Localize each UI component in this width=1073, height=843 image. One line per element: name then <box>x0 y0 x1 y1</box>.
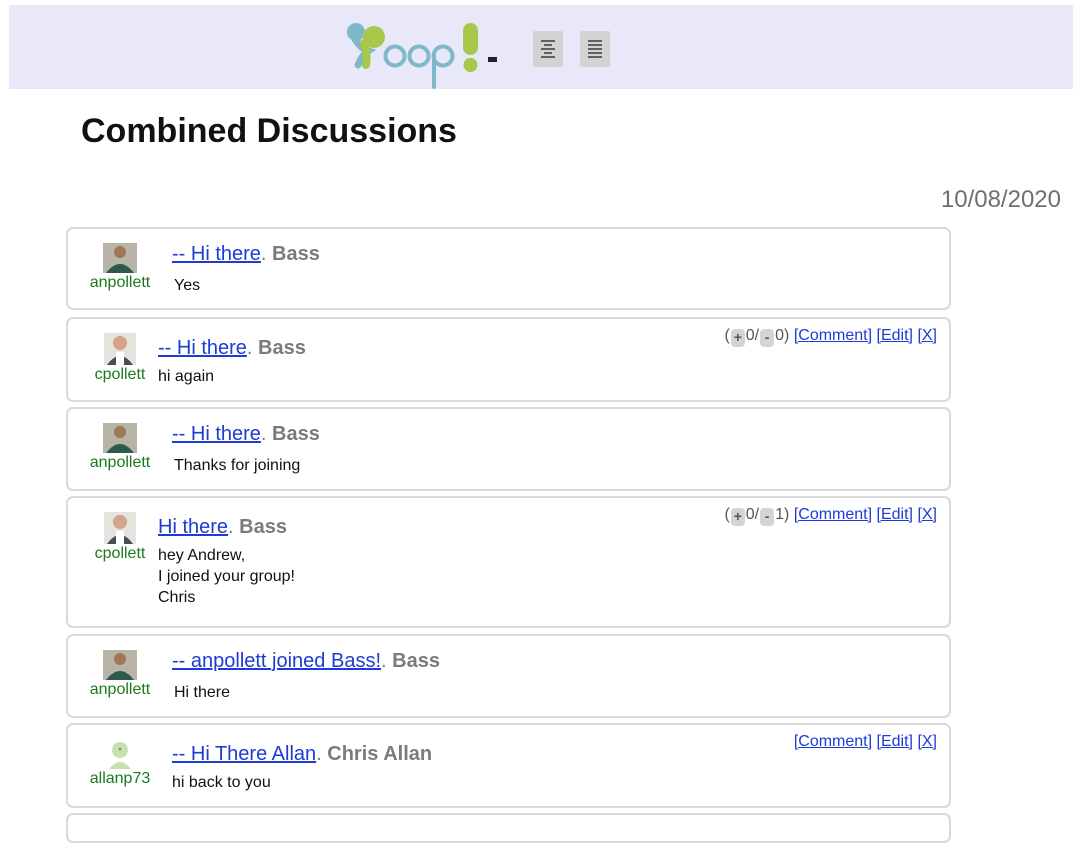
edit-link[interactable]: [Edit] <box>877 506 913 523</box>
post-title-line: -- Hi there. Bass <box>158 337 306 359</box>
post-title-link[interactable]: -- Hi there <box>158 337 247 359</box>
post-title-link[interactable]: -- Hi There Allan <box>172 743 316 765</box>
group-name[interactable]: Bass <box>258 337 306 359</box>
post-body-line: Hi there <box>174 684 231 701</box>
top-bar <box>9 5 1073 89</box>
username[interactable]: allanp73 <box>80 770 160 788</box>
avatar[interactable] <box>103 243 137 273</box>
avatar[interactable] <box>104 333 136 365</box>
username[interactable]: cpollett <box>80 366 160 384</box>
post-body-line: Thanks for joining <box>174 457 301 474</box>
post-body: Hi there <box>174 682 230 703</box>
edit-link[interactable]: [Edit] <box>877 327 913 344</box>
discussion-post: anpollett -- Hi there. Bass Yes <box>66 227 951 310</box>
post-title-link[interactable]: -- Hi there <box>172 243 261 265</box>
list-view-button[interactable] <box>580 31 610 67</box>
vote-up-count: 0/ <box>745 506 760 523</box>
list-view-icon <box>588 40 602 58</box>
page-title: Combined Discussions <box>81 112 457 150</box>
post-actions: (+0/-1) [Comment] [Edit] [X] <box>724 506 937 526</box>
vote-up-button[interactable]: + <box>730 329 745 347</box>
post-body: Thanks for joining <box>174 455 300 476</box>
vote-up-button[interactable]: + <box>730 508 745 526</box>
post-author: cpollett <box>80 333 160 384</box>
post-actions: [Comment] [Edit] [X] <box>794 733 937 751</box>
discussion-post: anpollett -- anpollett joined Bass!. Bas… <box>66 634 951 718</box>
centered-view-icon <box>541 40 555 58</box>
yoopi-logo[interactable] <box>338 7 538 89</box>
vote-down-count: 1) <box>775 506 790 523</box>
group-name[interactable]: Chris Allan <box>327 743 432 765</box>
edit-link[interactable]: [Edit] <box>877 733 913 750</box>
post-body-line: hi back to you <box>172 774 271 791</box>
comment-link[interactable]: [Comment] <box>794 506 872 523</box>
post-title-link[interactable]: -- Hi there <box>172 423 261 445</box>
avatar[interactable] <box>103 423 137 453</box>
discussion-post: allanp73 -- Hi There Allan. Chris Allan … <box>66 723 951 808</box>
discussion-post: anpollett -- Hi there. Bass Thanks for j… <box>66 407 951 491</box>
delete-link[interactable]: [X] <box>917 327 937 344</box>
post-title-line: Hi there. Bass <box>158 516 287 538</box>
avatar[interactable] <box>104 512 136 544</box>
post-body-line: hey Andrew, <box>158 547 246 564</box>
post-body-line: Yes <box>174 277 201 294</box>
post-body-line: I joined your group! <box>158 568 295 585</box>
post-body-line: Chris <box>158 589 196 606</box>
post-title-line: -- anpollett joined Bass!. Bass <box>172 650 440 672</box>
avatar[interactable] <box>105 739 135 769</box>
post-title-link[interactable]: Hi there <box>158 516 228 538</box>
vote-up-count: 0/ <box>745 327 760 344</box>
post-author: allanp73 <box>80 739 160 788</box>
comment-link[interactable]: [Comment] <box>794 327 872 344</box>
group-name[interactable]: Bass <box>239 516 287 538</box>
post-actions: (+0/-0) [Comment] [Edit] [X] <box>724 327 937 347</box>
post-author: cpollett <box>80 512 160 563</box>
delete-link[interactable]: [X] <box>917 506 937 523</box>
username[interactable]: anpollett <box>80 274 160 292</box>
post-body: hi back to you <box>172 772 271 793</box>
page-date: 10/08/2020 <box>940 186 1061 213</box>
comment-link[interactable]: [Comment] <box>794 733 872 750</box>
post-title-line: -- Hi there. Bass <box>172 423 320 445</box>
vote-down-button[interactable]: - <box>760 508 775 526</box>
post-author: anpollett <box>80 423 160 472</box>
avatar[interactable] <box>103 650 137 680</box>
username[interactable]: anpollett <box>80 681 160 699</box>
username[interactable]: anpollett <box>80 454 160 472</box>
discussion-post: cpollett -- Hi there. Bass hi again (+0/… <box>66 317 951 402</box>
post-author: anpollett <box>80 243 160 292</box>
discussion-post: cpollett Hi there. Bass hey Andrew, I jo… <box>66 496 951 628</box>
post-title-line: -- Hi There Allan. Chris Allan <box>172 743 433 765</box>
discussion-post <box>66 813 951 843</box>
delete-link[interactable]: [X] <box>917 733 937 750</box>
post-body: Yes <box>174 275 200 296</box>
group-name[interactable]: Bass <box>272 423 320 445</box>
centered-view-button[interactable] <box>533 31 563 67</box>
post-body: hi again <box>158 366 214 387</box>
vote-down-button[interactable]: - <box>760 329 775 347</box>
post-author: anpollett <box>80 650 160 699</box>
post-title-line: -- Hi there. Bass <box>172 243 320 265</box>
post-body-line: hi again <box>158 368 215 385</box>
post-body: hey Andrew, I joined your group! Chris <box>158 545 295 608</box>
username[interactable]: cpollett <box>80 545 160 563</box>
vote-down-count: 0) <box>775 327 790 344</box>
group-name[interactable]: Bass <box>392 650 440 672</box>
post-title-link[interactable]: -- anpollett joined Bass! <box>172 650 381 672</box>
group-name[interactable]: Bass <box>272 243 320 265</box>
